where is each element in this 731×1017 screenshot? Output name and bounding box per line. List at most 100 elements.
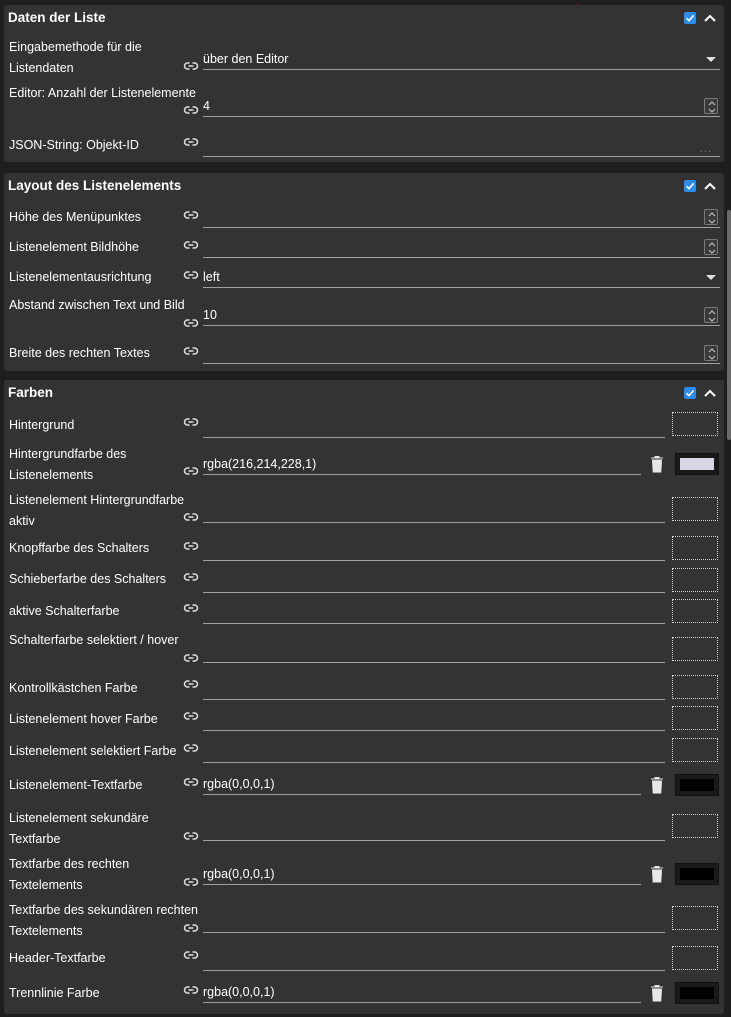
color-swatch-empty[interactable] <box>672 568 718 592</box>
spinner-icon[interactable] <box>704 307 718 323</box>
panel-title: Layout des Listenelements <box>8 178 182 193</box>
text-image-gap-input[interactable]: 10 <box>203 305 720 326</box>
field-label: Listenelement selektiert Farbe <box>9 744 177 758</box>
color-input[interactable] <box>203 502 665 523</box>
color-swatch-empty[interactable] <box>672 675 718 699</box>
panel-colors: Farben Hintergrund Hintergrundfarbe des … <box>4 380 724 1014</box>
color-input[interactable] <box>203 820 665 841</box>
row-right-text-width: Breite des rechten Textes <box>4 337 724 367</box>
color-swatch-empty[interactable] <box>672 599 718 623</box>
link-icon[interactable] <box>183 237 199 253</box>
color-swatch-empty[interactable] <box>672 637 718 661</box>
color-swatch[interactable] <box>675 863 719 885</box>
trash-icon[interactable] <box>650 984 664 1002</box>
color-swatch-empty[interactable] <box>672 536 718 560</box>
right-text-width-input[interactable] <box>203 343 720 364</box>
color-swatch-empty[interactable] <box>672 497 718 521</box>
color-input[interactable] <box>203 710 665 731</box>
input-method-select[interactable]: über den Editor <box>203 49 720 70</box>
color-swatch[interactable] <box>675 453 719 475</box>
row-json-object-id: JSON-String: Objekt-ID ... <box>4 129 724 159</box>
object-browse-button[interactable]: ... <box>700 143 712 155</box>
input-value: rgba(0,0,0,1) <box>203 985 275 999</box>
link-icon[interactable] <box>183 267 199 283</box>
input-value: 4 <box>203 99 210 113</box>
link-icon[interactable] <box>183 343 199 359</box>
link-icon[interactable] <box>183 538 199 554</box>
trash-icon[interactable] <box>650 776 664 794</box>
color-input[interactable] <box>203 417 665 438</box>
color-swatch-empty[interactable] <box>672 946 718 970</box>
field-label: Editor: Anzahl der Listenelemente <box>9 86 196 100</box>
image-height-input[interactable] <box>203 237 720 258</box>
chevron-up-icon[interactable] <box>702 385 718 401</box>
swatch-fill <box>680 987 714 999</box>
trash-icon[interactable] <box>650 865 664 883</box>
color-input[interactable] <box>203 642 665 663</box>
color-input[interactable] <box>203 540 665 561</box>
spinner-icon[interactable] <box>704 345 718 361</box>
item-count-input[interactable]: 4 <box>203 96 720 117</box>
link-icon[interactable] <box>183 414 199 430</box>
color-input[interactable] <box>203 912 665 933</box>
link-icon[interactable] <box>183 874 199 890</box>
field-label: JSON-String: Objekt-ID <box>9 138 139 152</box>
row-color-switch-slider: Schieberfarbe des Schalters <box>4 568 724 598</box>
color-swatch[interactable] <box>675 774 719 796</box>
link-icon[interactable] <box>183 920 199 936</box>
field-label: Textfarbe des rechten Textelements <box>9 857 130 892</box>
spinner-icon[interactable] <box>704 209 718 225</box>
color-swatch-empty[interactable] <box>672 412 718 436</box>
link-icon[interactable] <box>183 569 199 585</box>
field-label: Hintergrundfarbe des Listenelements <box>9 447 127 482</box>
scrollbar[interactable] <box>727 210 731 440</box>
chevron-up-icon[interactable] <box>702 178 718 194</box>
link-icon[interactable] <box>183 982 199 998</box>
color-input[interactable]: rgba(216,214,228,1) <box>203 454 641 475</box>
link-icon[interactable] <box>183 676 199 692</box>
link-icon[interactable] <box>183 58 199 74</box>
color-input[interactable] <box>203 572 665 593</box>
link-icon[interactable] <box>183 207 199 223</box>
panel-layout: Layout des Listenelements Höhe des Menüp… <box>4 173 724 371</box>
link-icon[interactable] <box>183 600 199 616</box>
panel-header: Layout des Listenelements <box>4 173 724 199</box>
checkbox-checked-icon[interactable] <box>684 12 696 24</box>
link-icon[interactable] <box>183 650 199 666</box>
object-id-input[interactable]: ... <box>203 136 720 157</box>
color-input[interactable]: rgba(0,0,0,1) <box>203 774 641 795</box>
color-input[interactable]: rgba(0,0,0,1) <box>203 864 641 885</box>
link-icon[interactable] <box>183 102 199 118</box>
trash-icon[interactable] <box>650 455 664 473</box>
checkbox-checked-icon[interactable] <box>684 387 696 399</box>
color-swatch[interactable] <box>675 982 719 1004</box>
input-value: rgba(216,214,228,1) <box>203 457 317 471</box>
link-icon[interactable] <box>183 947 199 963</box>
panel-title: Daten der Liste <box>8 10 106 25</box>
link-icon[interactable] <box>183 509 199 525</box>
link-icon[interactable] <box>183 740 199 756</box>
chevron-up-icon[interactable] <box>702 10 718 26</box>
spinner-icon[interactable] <box>704 239 718 255</box>
link-icon[interactable] <box>183 774 199 790</box>
color-input[interactable] <box>203 679 665 700</box>
checkbox-checked-icon[interactable] <box>684 180 696 192</box>
color-swatch-empty[interactable] <box>672 814 718 838</box>
row-image-height: Listenelement Bildhöhe <box>4 235 724 263</box>
link-icon[interactable] <box>183 315 199 331</box>
link-icon[interactable] <box>183 463 199 479</box>
color-input[interactable]: rgba(0,0,0,1) <box>203 982 641 1003</box>
spinner-icon[interactable] <box>704 98 718 114</box>
color-swatch-empty[interactable] <box>672 706 718 730</box>
alignment-select[interactable]: left <box>203 267 720 288</box>
link-icon[interactable] <box>183 828 199 844</box>
color-input[interactable] <box>203 950 665 971</box>
link-icon[interactable] <box>183 134 199 150</box>
color-swatch-empty[interactable] <box>672 906 718 930</box>
row-input-method: Eingabemethode für die Listendaten über … <box>4 37 724 81</box>
color-input[interactable] <box>203 603 665 624</box>
menu-item-height-input[interactable] <box>203 207 720 228</box>
color-swatch-empty[interactable] <box>672 738 718 762</box>
color-input[interactable] <box>203 742 665 763</box>
link-icon[interactable] <box>183 708 199 724</box>
